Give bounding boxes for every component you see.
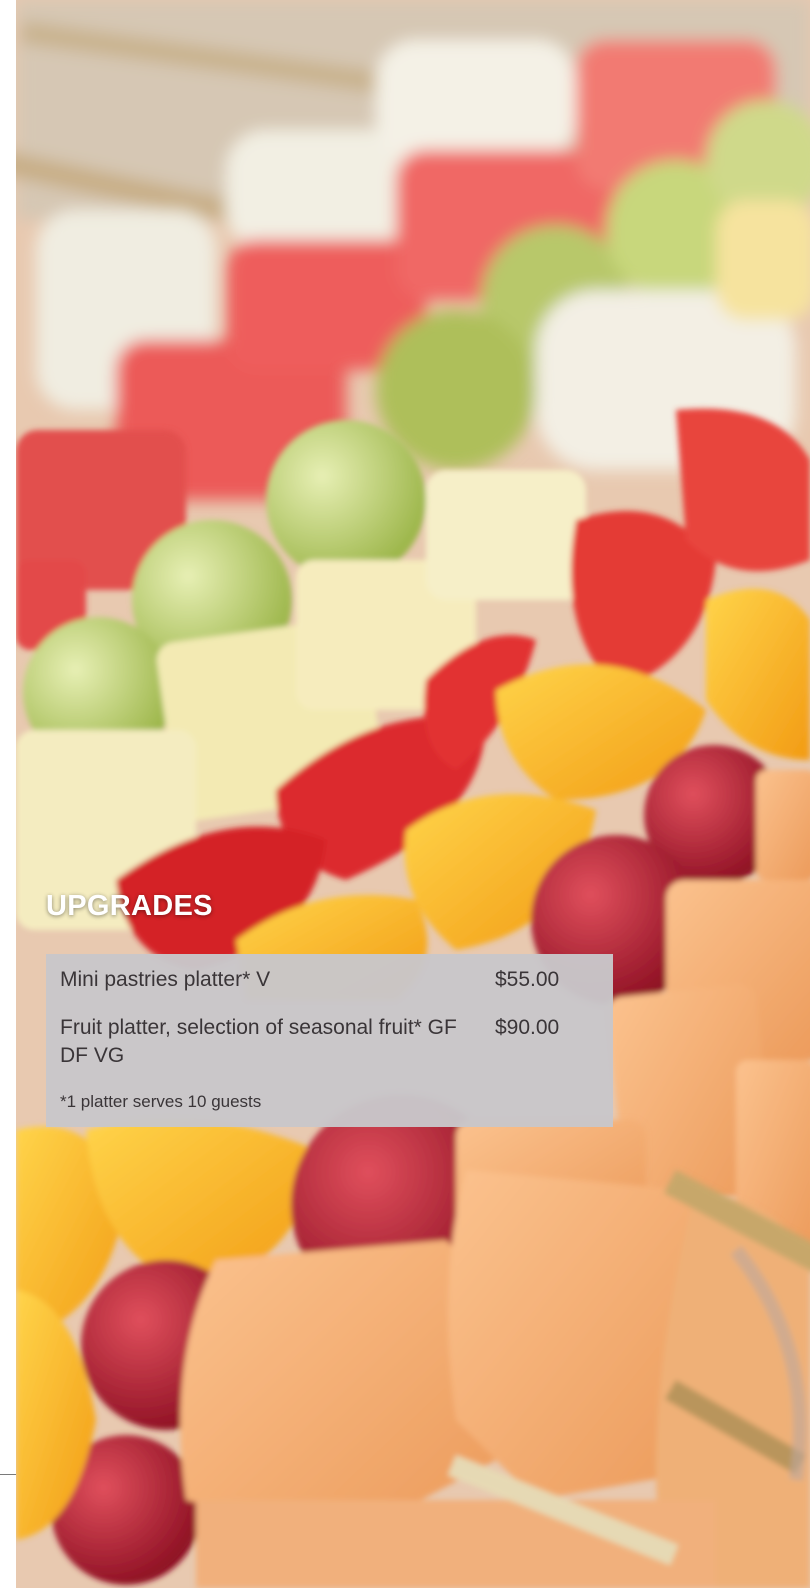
menu-item-name: Mini pastries platter* V [60,968,271,991]
left-margin [0,0,16,1588]
menu-item-price: $55.00 [495,968,560,991]
menu-item-name: Fruit platter, selection of seasonal fru… [60,1016,457,1067]
serving-note: *1 platter serves 10 guests [60,1092,262,1111]
section-heading: UPGRADES [46,890,213,922]
margin-rule [0,1474,16,1475]
upgrades-price-panel: Mini pastries platter* V $55.00 Fruit pl… [46,954,613,1127]
fruit-skewers-photo [16,0,810,1588]
menu-item-price: $90.00 [495,1016,560,1039]
fruit-illustration [16,0,810,1588]
